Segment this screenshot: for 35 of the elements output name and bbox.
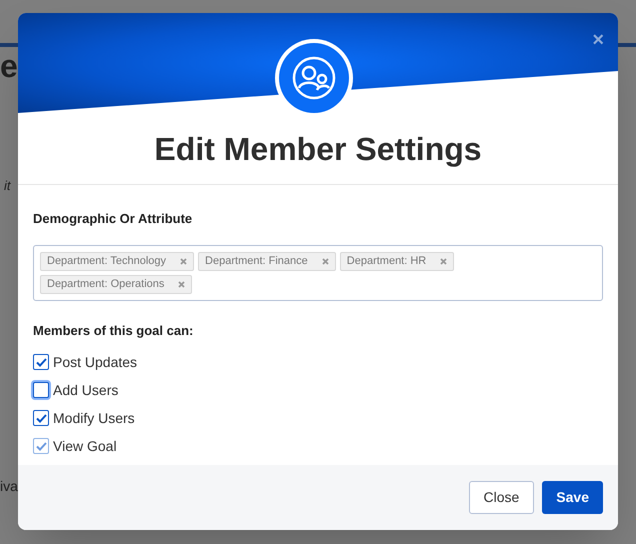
tag-chip[interactable]: Department: Technology (40, 252, 194, 270)
checkmark-icon (36, 358, 46, 366)
checkbox-label: Modify Users (53, 408, 135, 428)
checkbox-row[interactable]: Modify Users (33, 404, 135, 432)
section-label: Members of this goal can: (33, 322, 194, 340)
field-label: Demographic Or Attribute (33, 210, 194, 228)
checkbox-label: Post Updates (53, 352, 138, 372)
save-button[interactable]: Save (542, 481, 603, 514)
tag-text: Department: Technology (47, 254, 166, 269)
checkbox[interactable] (33, 410, 49, 426)
remove-icon[interactable] (178, 280, 186, 288)
checkbox[interactable] (33, 354, 49, 370)
tag-chip[interactable]: Department: Operations (40, 274, 192, 294)
tag-text: Department: Finance (205, 254, 308, 269)
checkbox-label: Add Users (53, 380, 118, 400)
tag-text: Department: Operations (47, 276, 164, 292)
checkbox-label: View Goal (53, 436, 117, 456)
remove-icon[interactable] (440, 258, 448, 264)
checkbox[interactable] (33, 382, 49, 398)
close-button[interactable]: Close (468, 481, 534, 514)
checkmark-icon (36, 414, 46, 422)
tag-chip[interactable]: Department: Finance (198, 252, 336, 270)
background-text: e (0, 47, 18, 86)
tag-input-field[interactable]: Department: Technology Department: Finance Department: HR Department: Operations (33, 244, 603, 300)
checkmark-icon (36, 442, 46, 450)
tag-text: Department: HR (346, 254, 426, 269)
people-icon (291, 55, 337, 101)
checkbox-row[interactable]: Post Updates (33, 348, 138, 376)
dialog-title: Edit Member Settings (154, 130, 482, 169)
remove-icon[interactable] (180, 258, 188, 264)
checkbox-row[interactable]: Add Users (33, 376, 118, 404)
tag-chip[interactable]: Department: HR (340, 252, 454, 270)
background-text: it (4, 177, 10, 195)
background-text: iva (0, 477, 18, 496)
remove-icon[interactable] (322, 258, 329, 264)
